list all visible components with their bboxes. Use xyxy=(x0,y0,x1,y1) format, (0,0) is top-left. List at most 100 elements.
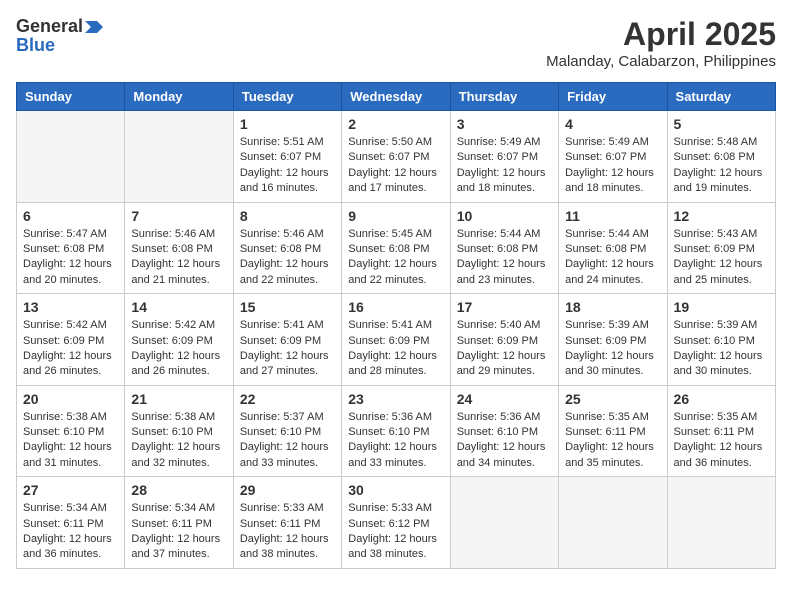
day-info: Sunrise: 5:43 AMSunset: 6:09 PMDaylight:… xyxy=(674,227,769,289)
day-number: 8 xyxy=(240,208,335,224)
day-number: 10 xyxy=(457,208,552,224)
day-header-wednesday: Wednesday xyxy=(342,83,450,111)
calendar-cell: 21Sunrise: 5:38 AMSunset: 6:10 PMDayligh… xyxy=(125,385,233,477)
day-number: 12 xyxy=(674,208,769,224)
day-info: Sunrise: 5:51 AMSunset: 6:07 PMDaylight:… xyxy=(240,135,335,197)
calendar-cell: 30 Sunrise: 5:33 AMSunset: 6:12 PMDayligh… xyxy=(342,477,450,569)
calendar-cell: 14 Sunrise: 5:42 AMSunset: 6:09 PMDayligh… xyxy=(125,294,233,386)
calendar-cell: 5Sunrise: 5:48 AMSunset: 6:08 PMDaylight… xyxy=(667,111,775,203)
day-number: 13 xyxy=(23,299,118,315)
calendar-cell: 9 Sunrise: 5:45 AMSunset: 6:08 PMDaylight… xyxy=(342,202,450,294)
calendar-cell xyxy=(667,477,775,569)
calendar-cell: 27 Sunrise: 5:34 AMSunset: 6:11 PMDayligh… xyxy=(17,477,125,569)
calendar-cell: 11Sunrise: 5:44 AMSunset: 6:08 PMDayligh… xyxy=(559,202,667,294)
day-info: Sunrise: 5:44 AMSunset: 6:08 PMDaylight:… xyxy=(457,227,552,289)
calendar-location: Malanday, Calabarzon, Philippines xyxy=(546,53,776,70)
calendar-cell: 29 Sunrise: 5:33 AMSunset: 6:11 PMDayligh… xyxy=(233,477,341,569)
day-info: Sunrise: 5:39 AMSunset: 6:10 PMDaylight:… xyxy=(674,318,769,380)
day-number: 9 xyxy=(348,208,443,224)
day-info: Sunrise: 5:48 AMSunset: 6:08 PMDaylight:… xyxy=(674,135,769,197)
day-info: Sunrise: 5:33 AMSunset: 6:11 PMDaylight:… xyxy=(240,501,335,563)
logo-general-text: General xyxy=(16,16,83,37)
logo: General Blue xyxy=(16,16,103,56)
day-number: 26 xyxy=(674,391,769,407)
day-number: 18 xyxy=(565,299,660,315)
calendar-cell: 23 Sunrise: 5:36 AMSunset: 6:10 PMDayligh… xyxy=(342,385,450,477)
calendar-cell: 18 Sunrise: 5:39 AMSunset: 6:09 PMDayligh… xyxy=(559,294,667,386)
calendar-cell: 3 Sunrise: 5:49 AMSunset: 6:07 PMDaylight… xyxy=(450,111,558,203)
day-info: Sunrise: 5:35 AMSunset: 6:11 PMDaylight:… xyxy=(674,410,769,472)
day-number: 21 xyxy=(131,391,226,407)
calendar-cell: 20Sunrise: 5:38 AMSunset: 6:10 PMDayligh… xyxy=(17,385,125,477)
day-info: Sunrise: 5:42 AMSunset: 6:09 PMDaylight:… xyxy=(23,318,118,380)
day-number: 3 xyxy=(457,116,552,132)
day-number: 11 xyxy=(565,208,660,224)
calendar-header-row: SundayMondayTuesdayWednesdayThursdayFrid… xyxy=(17,83,776,111)
day-header-tuesday: Tuesday xyxy=(233,83,341,111)
day-header-sunday: Sunday xyxy=(17,83,125,111)
day-number: 4 xyxy=(565,116,660,132)
day-number: 19 xyxy=(674,299,769,315)
calendar-cell: 7Sunrise: 5:46 AMSunset: 6:08 PMDaylight… xyxy=(125,202,233,294)
day-info: Sunrise: 5:35 AMSunset: 6:11 PMDaylight:… xyxy=(565,410,660,472)
day-number: 24 xyxy=(457,391,552,407)
day-info: Sunrise: 5:36 AMSunset: 6:10 PMDaylight:… xyxy=(457,410,552,472)
day-number: 29 xyxy=(240,482,335,498)
day-number: 7 xyxy=(131,208,226,224)
day-info: Sunrise: 5:49 AMSunset: 6:07 PMDaylight:… xyxy=(565,135,660,197)
day-number: 17 xyxy=(457,299,552,315)
calendar-title: April 2025 xyxy=(546,16,776,53)
calendar-table: SundayMondayTuesdayWednesdayThursdayFrid… xyxy=(16,82,776,569)
day-info: Sunrise: 5:50 AMSunset: 6:07 PMDaylight:… xyxy=(348,135,443,197)
day-info: Sunrise: 5:49 AMSunset: 6:07 PMDaylight:… xyxy=(457,135,552,197)
calendar-cell: 24 Sunrise: 5:36 AMSunset: 6:10 PMDayligh… xyxy=(450,385,558,477)
calendar-cell xyxy=(125,111,233,203)
day-number: 6 xyxy=(23,208,118,224)
calendar-cell: 13 Sunrise: 5:42 AMSunset: 6:09 PMDayligh… xyxy=(17,294,125,386)
calendar-cell: 4 Sunrise: 5:49 AMSunset: 6:07 PMDaylight… xyxy=(559,111,667,203)
calendar-cell: 8 Sunrise: 5:46 AMSunset: 6:08 PMDaylight… xyxy=(233,202,341,294)
day-number: 1 xyxy=(240,116,335,132)
calendar-week-row: 6 Sunrise: 5:47 AMSunset: 6:08 PMDaylight… xyxy=(17,202,776,294)
day-header-thursday: Thursday xyxy=(450,83,558,111)
day-number: 14 xyxy=(131,299,226,315)
calendar-cell: 10 Sunrise: 5:44 AMSunset: 6:08 PMDayligh… xyxy=(450,202,558,294)
day-number: 2 xyxy=(348,116,443,132)
calendar-cell: 26 Sunrise: 5:35 AMSunset: 6:11 PMDayligh… xyxy=(667,385,775,477)
day-info: Sunrise: 5:45 AMSunset: 6:08 PMDaylight:… xyxy=(348,227,443,289)
calendar-week-row: 20Sunrise: 5:38 AMSunset: 6:10 PMDayligh… xyxy=(17,385,776,477)
title-block: April 2025 Malanday, Calabarzon, Philipp… xyxy=(546,16,776,70)
page-header: General Blue April 2025 Malanday, Calaba… xyxy=(16,16,776,70)
day-info: Sunrise: 5:47 AMSunset: 6:08 PMDaylight:… xyxy=(23,227,118,289)
day-number: 27 xyxy=(23,482,118,498)
day-number: 25 xyxy=(565,391,660,407)
day-info: Sunrise: 5:37 AMSunset: 6:10 PMDaylight:… xyxy=(240,410,335,472)
calendar-cell: 16 Sunrise: 5:41 AMSunset: 6:09 PMDayligh… xyxy=(342,294,450,386)
day-number: 22 xyxy=(240,391,335,407)
calendar-cell xyxy=(17,111,125,203)
day-info: Sunrise: 5:41 AMSunset: 6:09 PMDaylight:… xyxy=(348,318,443,380)
logo-arrow-icon xyxy=(85,20,103,34)
day-info: Sunrise: 5:46 AMSunset: 6:08 PMDaylight:… xyxy=(240,227,335,289)
day-info: Sunrise: 5:36 AMSunset: 6:10 PMDaylight:… xyxy=(348,410,443,472)
calendar-week-row: 13 Sunrise: 5:42 AMSunset: 6:09 PMDayligh… xyxy=(17,294,776,386)
day-info: Sunrise: 5:39 AMSunset: 6:09 PMDaylight:… xyxy=(565,318,660,380)
day-number: 23 xyxy=(348,391,443,407)
calendar-cell: 17 Sunrise: 5:40 AMSunset: 6:09 PMDayligh… xyxy=(450,294,558,386)
logo-blue-text: Blue xyxy=(16,35,55,56)
calendar-cell: 15Sunrise: 5:41 AMSunset: 6:09 PMDayligh… xyxy=(233,294,341,386)
day-number: 30 xyxy=(348,482,443,498)
day-info: Sunrise: 5:40 AMSunset: 6:09 PMDaylight:… xyxy=(457,318,552,380)
day-info: Sunrise: 5:34 AMSunset: 6:11 PMDaylight:… xyxy=(23,501,118,563)
day-info: Sunrise: 5:33 AMSunset: 6:12 PMDaylight:… xyxy=(348,501,443,563)
calendar-cell: 2 Sunrise: 5:50 AMSunset: 6:07 PMDaylight… xyxy=(342,111,450,203)
calendar-cell: 6 Sunrise: 5:47 AMSunset: 6:08 PMDaylight… xyxy=(17,202,125,294)
day-header-saturday: Saturday xyxy=(667,83,775,111)
calendar-cell xyxy=(450,477,558,569)
calendar-cell xyxy=(559,477,667,569)
day-number: 15 xyxy=(240,299,335,315)
day-number: 20 xyxy=(23,391,118,407)
day-number: 16 xyxy=(348,299,443,315)
day-info: Sunrise: 5:42 AMSunset: 6:09 PMDaylight:… xyxy=(131,318,226,380)
day-info: Sunrise: 5:34 AMSunset: 6:11 PMDaylight:… xyxy=(131,501,226,563)
